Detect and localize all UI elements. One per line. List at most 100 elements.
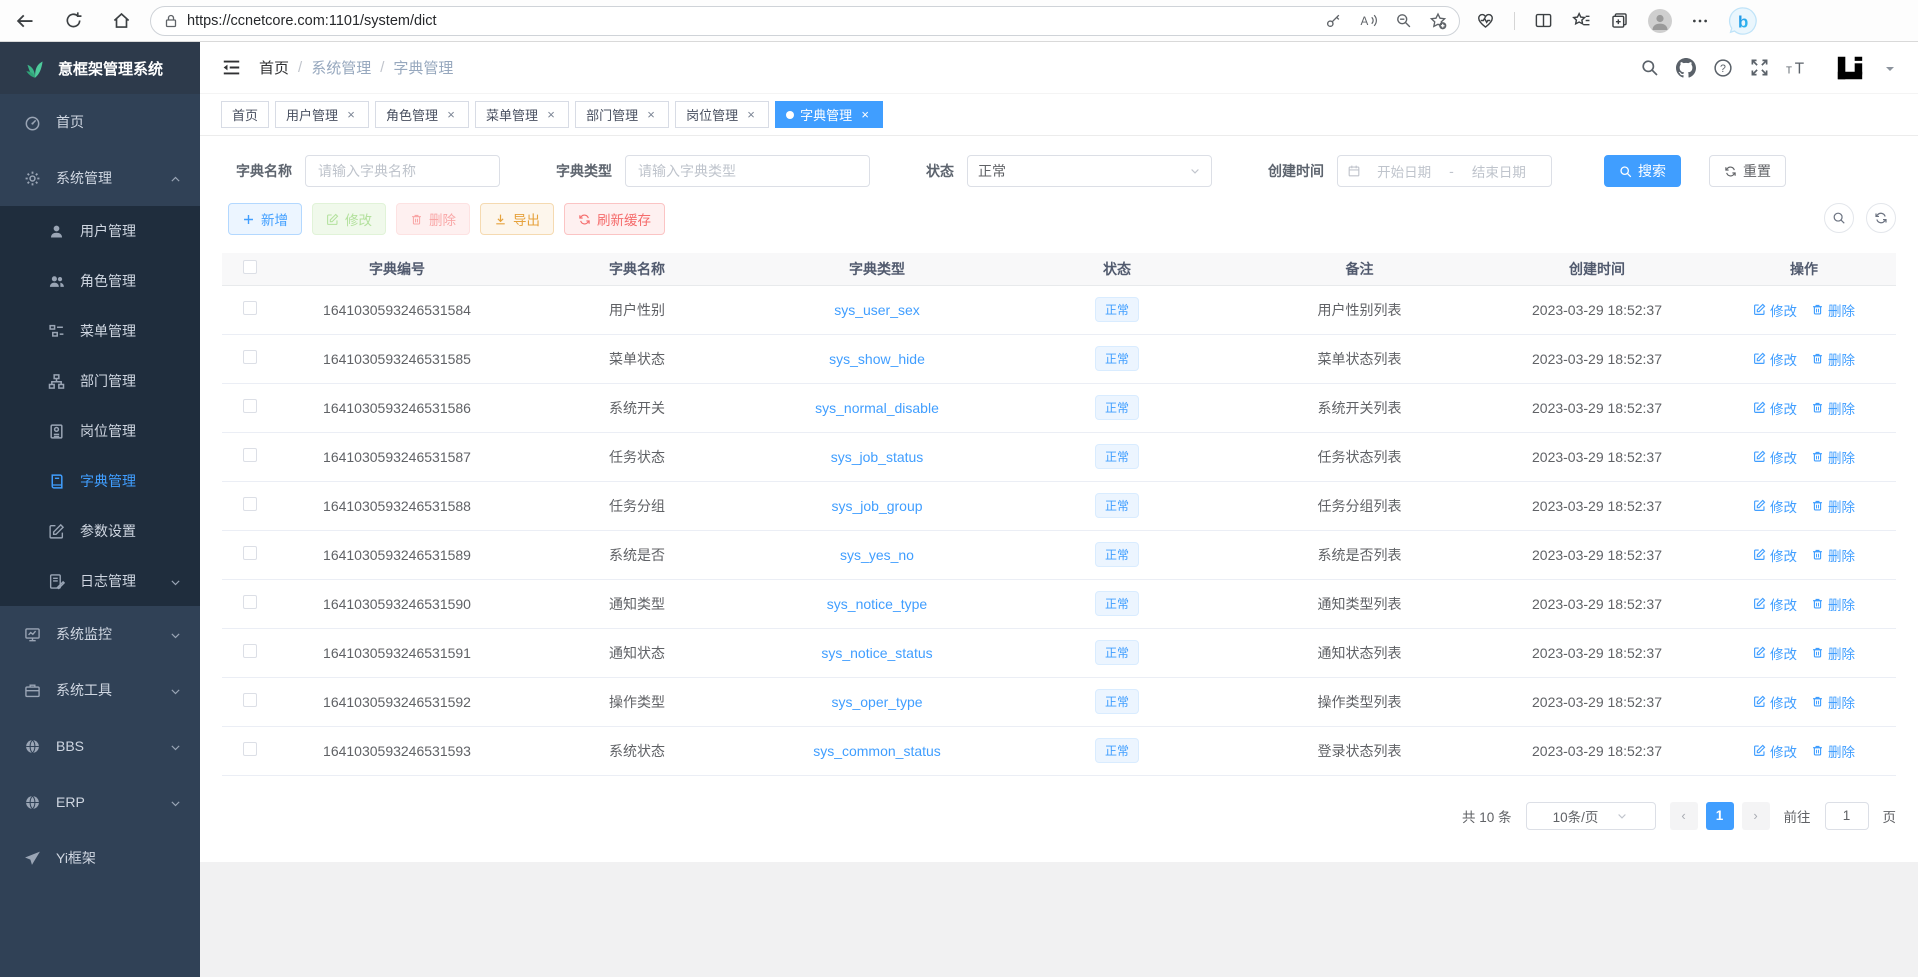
- dict-type-link[interactable]: sys_oper_type: [831, 694, 922, 710]
- sidebar-item-菜单管理[interactable]: 菜单管理: [0, 306, 200, 356]
- sidebar-item-首页[interactable]: 首页: [0, 94, 200, 150]
- tab-close-icon[interactable]: ×: [644, 108, 658, 122]
- address-bar[interactable]: https://ccnetcore.com:1101/system/dict A: [150, 6, 1460, 36]
- sidebar-item-Yi框架[interactable]: Yi框架: [0, 830, 200, 886]
- row-edit-link[interactable]: 修改: [1753, 692, 1797, 712]
- row-delete-link[interactable]: 删除: [1811, 496, 1855, 516]
- sidebar-item-角色管理[interactable]: 角色管理: [0, 256, 200, 306]
- row-edit-link[interactable]: 修改: [1753, 300, 1797, 320]
- row-edit-link[interactable]: 修改: [1753, 594, 1797, 614]
- sidebar-item-字典管理[interactable]: 字典管理: [0, 456, 200, 506]
- current-page-button[interactable]: 1: [1706, 802, 1734, 830]
- collections-add-icon[interactable]: [1610, 11, 1629, 30]
- row-delete-link[interactable]: 删除: [1811, 447, 1855, 467]
- row-delete-link[interactable]: 删除: [1811, 692, 1855, 712]
- breadcrumb-item[interactable]: 首页: [259, 57, 289, 78]
- row-checkbox[interactable]: [243, 301, 257, 315]
- dict-type-link[interactable]: sys_common_status: [813, 743, 941, 759]
- refresh-table-circle-button[interactable]: [1866, 203, 1896, 233]
- row-delete-link[interactable]: 删除: [1811, 741, 1855, 761]
- tab-close-icon[interactable]: ×: [744, 108, 758, 122]
- date-range-picker[interactable]: 开始日期 - 结束日期: [1337, 155, 1552, 187]
- add-favorite-star-icon[interactable]: [1429, 12, 1447, 30]
- row-delete-link[interactable]: 删除: [1811, 398, 1855, 418]
- sidebar-item-系统监控[interactable]: 系统监控: [0, 606, 200, 662]
- help-question-icon[interactable]: ?: [1713, 58, 1733, 78]
- fullscreen-icon[interactable]: [1750, 58, 1769, 77]
- export-button[interactable]: 导出: [480, 203, 554, 235]
- sidebar-item-岗位管理[interactable]: 岗位管理: [0, 406, 200, 456]
- tab-close-icon[interactable]: ×: [344, 108, 358, 122]
- sidebar-item-系统工具[interactable]: 系统工具: [0, 662, 200, 718]
- tab-部门管理[interactable]: 部门管理×: [575, 101, 669, 128]
- font-size-icon[interactable]: TT: [1786, 59, 1810, 77]
- row-checkbox[interactable]: [243, 448, 257, 462]
- select-all-checkbox[interactable]: [243, 260, 257, 274]
- row-edit-link[interactable]: 修改: [1753, 496, 1797, 516]
- browser-home-icon[interactable]: [110, 10, 132, 32]
- tab-close-icon[interactable]: ×: [444, 108, 458, 122]
- refresh-cache-button[interactable]: 刷新缓存: [564, 203, 665, 235]
- user-menu-caret-icon[interactable]: [1884, 60, 1896, 76]
- toggle-search-circle-button[interactable]: [1824, 203, 1854, 233]
- dict-type-input[interactable]: [625, 155, 870, 187]
- browser-profile-avatar[interactable]: [1648, 9, 1672, 33]
- dict-name-input[interactable]: [305, 155, 500, 187]
- read-aloud-icon[interactable]: A: [1359, 12, 1378, 29]
- sidebar-item-用户管理[interactable]: 用户管理: [0, 206, 200, 256]
- edit-button[interactable]: 修改: [312, 203, 386, 235]
- sidebar-collapse-icon[interactable]: [222, 58, 241, 77]
- tab-close-icon[interactable]: ×: [858, 108, 872, 122]
- row-checkbox[interactable]: [243, 350, 257, 364]
- next-page-button[interactable]: ›: [1742, 802, 1770, 830]
- row-delete-link[interactable]: 删除: [1811, 594, 1855, 614]
- reset-button[interactable]: 重置: [1709, 155, 1786, 187]
- tab-close-icon[interactable]: ×: [544, 108, 558, 122]
- dict-type-link[interactable]: sys_notice_status: [821, 645, 932, 661]
- tab-用户管理[interactable]: 用户管理×: [275, 101, 369, 128]
- goto-page-input[interactable]: [1825, 802, 1869, 830]
- row-edit-link[interactable]: 修改: [1753, 447, 1797, 467]
- dict-type-link[interactable]: sys_job_group: [831, 498, 922, 514]
- tab-岗位管理[interactable]: 岗位管理×: [675, 101, 769, 128]
- browser-refresh-icon[interactable]: [62, 10, 84, 32]
- sidebar-item-日志管理[interactable]: 日志管理: [0, 556, 200, 606]
- github-icon[interactable]: [1676, 58, 1696, 78]
- app-logo[interactable]: 意框架管理系统: [0, 42, 200, 94]
- row-edit-link[interactable]: 修改: [1753, 398, 1797, 418]
- prev-page-button[interactable]: ‹: [1670, 802, 1698, 830]
- row-delete-link[interactable]: 删除: [1811, 349, 1855, 369]
- row-checkbox[interactable]: [243, 742, 257, 756]
- zoom-out-icon[interactable]: [1395, 12, 1412, 29]
- search-button[interactable]: 搜索: [1604, 155, 1681, 187]
- row-checkbox[interactable]: [243, 595, 257, 609]
- user-avatar[interactable]: [1835, 53, 1865, 83]
- browser-back-icon[interactable]: [14, 10, 36, 32]
- browser-menu-ellipsis-icon[interactable]: [1691, 12, 1709, 30]
- url-text[interactable]: https://ccnetcore.com:1101/system/dict: [187, 13, 1325, 29]
- add-button[interactable]: 新增: [228, 203, 302, 235]
- tab-字典管理[interactable]: 字典管理×: [775, 101, 883, 128]
- tab-角色管理[interactable]: 角色管理×: [375, 101, 469, 128]
- row-checkbox[interactable]: [243, 497, 257, 511]
- split-screen-icon[interactable]: [1534, 11, 1553, 30]
- dict-type-link[interactable]: sys_yes_no: [840, 547, 914, 563]
- dict-type-link[interactable]: sys_user_sex: [834, 302, 920, 318]
- favorites-icon[interactable]: [1572, 11, 1591, 30]
- row-checkbox[interactable]: [243, 399, 257, 413]
- row-edit-link[interactable]: 修改: [1753, 741, 1797, 761]
- dict-type-link[interactable]: sys_show_hide: [829, 351, 925, 367]
- row-delete-link[interactable]: 删除: [1811, 300, 1855, 320]
- sidebar-item-ERP[interactable]: ERP: [0, 774, 200, 830]
- browser-essentials-icon[interactable]: [1476, 11, 1495, 30]
- delete-button[interactable]: 删除: [396, 203, 470, 235]
- row-checkbox[interactable]: [243, 693, 257, 707]
- row-delete-link[interactable]: 删除: [1811, 545, 1855, 565]
- row-edit-link[interactable]: 修改: [1753, 349, 1797, 369]
- tab-菜单管理[interactable]: 菜单管理×: [475, 101, 569, 128]
- dict-type-link[interactable]: sys_job_status: [831, 449, 924, 465]
- sidebar-item-BBS[interactable]: BBS: [0, 718, 200, 774]
- row-edit-link[interactable]: 修改: [1753, 643, 1797, 663]
- password-key-icon[interactable]: [1325, 12, 1342, 29]
- row-checkbox[interactable]: [243, 644, 257, 658]
